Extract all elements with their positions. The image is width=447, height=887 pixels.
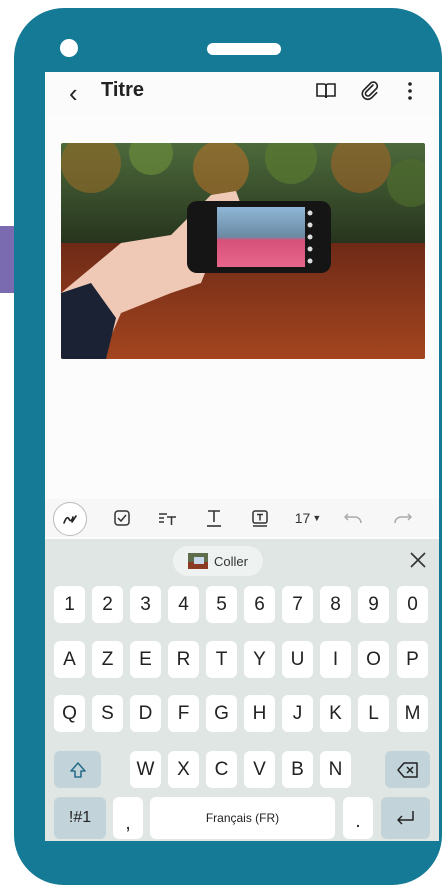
key-o[interactable]: O	[358, 641, 389, 678]
key-j[interactable]: J	[282, 695, 313, 732]
undo-icon[interactable]	[343, 503, 365, 533]
period-key[interactable]: .	[343, 797, 373, 839]
key-p[interactable]: P	[397, 641, 428, 678]
backspace-key[interactable]	[385, 751, 430, 788]
key-z[interactable]: Z	[92, 641, 123, 678]
close-icon[interactable]	[407, 549, 429, 571]
key-3[interactable]: 3	[130, 586, 161, 623]
side-tab	[0, 226, 14, 293]
key-0[interactable]: 0	[397, 586, 428, 623]
paste-button[interactable]: Coller	[173, 546, 263, 576]
enter-icon	[396, 811, 414, 825]
enter-key[interactable]	[381, 797, 430, 839]
key-s[interactable]: S	[92, 695, 123, 732]
key-y[interactable]: Y	[244, 641, 275, 678]
inserted-photo[interactable]	[61, 143, 425, 359]
pen-icon[interactable]	[53, 502, 87, 536]
key-2[interactable]: 2	[92, 586, 123, 623]
front-camera	[60, 39, 78, 57]
underline-text-icon[interactable]	[203, 503, 225, 533]
space-key[interactable]: Français (FR)	[150, 797, 335, 839]
key-c[interactable]: C	[206, 751, 237, 788]
paste-label: Coller	[214, 553, 248, 569]
backspace-icon	[396, 761, 418, 778]
key-w[interactable]: W	[130, 751, 161, 788]
key-5[interactable]: 5	[206, 586, 237, 623]
key-l[interactable]: L	[358, 695, 389, 732]
key-q[interactable]: Q	[54, 695, 85, 732]
key-1[interactable]: 1	[54, 586, 85, 623]
key-x[interactable]: X	[168, 751, 199, 788]
back-icon[interactable]: ‹	[69, 80, 78, 106]
format-toolbar: 17 ▼	[45, 499, 439, 537]
key-b[interactable]: B	[282, 751, 313, 788]
text-box-icon[interactable]	[249, 503, 271, 533]
key-e[interactable]: E	[130, 641, 161, 678]
key-d[interactable]: D	[130, 695, 161, 732]
text-style-icon[interactable]	[157, 503, 179, 533]
key-g[interactable]: G	[206, 695, 237, 732]
key-m[interactable]: M	[397, 695, 428, 732]
key-t[interactable]: T	[206, 641, 237, 678]
key-v[interactable]: V	[244, 751, 275, 788]
key-4[interactable]: 4	[168, 586, 199, 623]
key-h[interactable]: H	[244, 695, 275, 732]
key-f[interactable]: F	[168, 695, 199, 732]
key-u[interactable]: U	[282, 641, 313, 678]
shift-icon	[69, 761, 86, 778]
keyboard: Coller 1 2 3 4 5 6 7 8 9 0 A Z E R T Y U…	[45, 539, 439, 841]
book-icon[interactable]	[315, 80, 337, 102]
font-size-selector[interactable]: 17 ▼	[291, 503, 325, 533]
more-options-icon[interactable]	[399, 80, 421, 102]
symbols-key[interactable]: !#1	[54, 797, 106, 839]
phone-frame: ‹ Titre 17 ▼ Coller 1 2 3 4 5 6 7 8 9 0 …	[14, 8, 442, 885]
font-size-value: 17	[294, 510, 311, 526]
app-bar: ‹ Titre	[45, 72, 439, 116]
key-8[interactable]: 8	[320, 586, 351, 623]
speaker-slot	[207, 43, 281, 55]
checkbox-icon[interactable]	[111, 503, 133, 533]
shift-key[interactable]	[54, 751, 101, 788]
key-9[interactable]: 9	[358, 586, 389, 623]
comma-key[interactable]: ,	[113, 797, 143, 839]
key-7[interactable]: 7	[282, 586, 313, 623]
image-thumbnail-icon	[188, 553, 209, 569]
key-i[interactable]: I	[320, 641, 351, 678]
key-6[interactable]: 6	[244, 586, 275, 623]
note-title[interactable]: Titre	[101, 79, 144, 102]
key-r[interactable]: R	[168, 641, 199, 678]
attach-icon[interactable]	[359, 80, 381, 102]
key-n[interactable]: N	[320, 751, 351, 788]
chevron-down-icon: ▼	[312, 513, 322, 523]
redo-icon[interactable]	[391, 503, 413, 533]
key-k[interactable]: K	[320, 695, 351, 732]
key-a[interactable]: A	[54, 641, 85, 678]
screen: ‹ Titre 17 ▼ Coller 1 2 3 4 5 6 7 8 9 0 …	[45, 72, 439, 841]
